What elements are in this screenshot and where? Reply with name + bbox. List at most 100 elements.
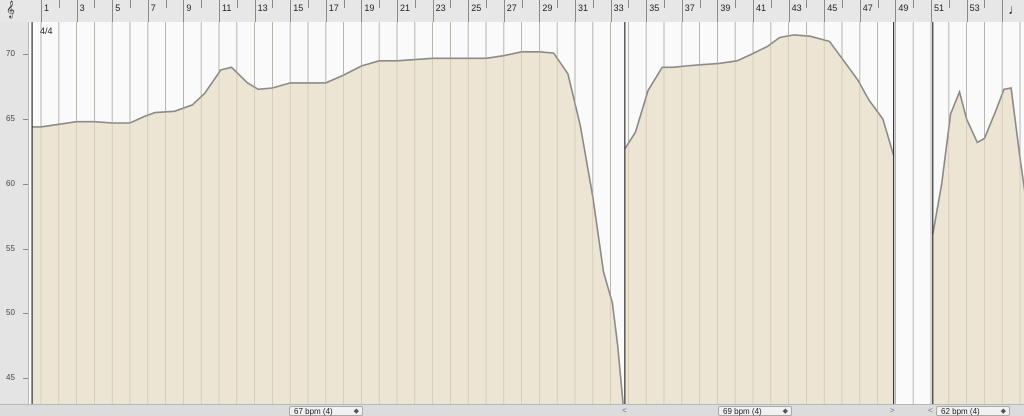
- tempo-area-1: [32, 51, 624, 404]
- ruler-bar-number: 23: [435, 3, 446, 13]
- bar-ruler[interactable]: 𝄞 ♩ 1 3 5 7 9 11 13 15 17 19 21 23 25 27 29 31 33 35 37 39 4…: [0, 0, 1024, 23]
- ruler-tick: [521, 0, 523, 8]
- ruler-tick: [58, 0, 60, 8]
- tempo-value: 67 bpm: [294, 407, 321, 416]
- ruler-tick: [325, 0, 327, 22]
- ruler-bar-number: 31: [578, 3, 589, 13]
- ruler-tick: [1002, 0, 1004, 22]
- ruler-tick: [41, 0, 42, 22]
- ruler-tick: [717, 0, 719, 22]
- ruler-bar-number: 27: [506, 3, 517, 13]
- ruler-tick: [94, 0, 96, 8]
- ruler-bar-number: 45: [827, 3, 838, 13]
- stepper-icon[interactable]: ◆: [783, 407, 788, 416]
- ruler-tick: [966, 0, 968, 22]
- ruler-bar-number: 37: [684, 3, 695, 13]
- tempo-detail: (4): [969, 407, 980, 416]
- stepper-icon[interactable]: ◆: [1001, 407, 1006, 416]
- note-icon[interactable]: ♩: [1008, 1, 1022, 17]
- ruler-tick: [308, 0, 309, 8]
- tempo-value: 62 bpm: [941, 407, 968, 416]
- ruler-tick: [948, 0, 950, 8]
- tempo-region-2[interactable]: 69 bpm (4) ◆: [718, 406, 792, 416]
- ruler-bar-number: 29: [542, 3, 553, 13]
- ruler-tick: [254, 0, 256, 22]
- ruler-bar-number: 51: [934, 3, 945, 13]
- ruler-tick: [859, 0, 861, 22]
- tempo-curve-chart[interactable]: [29, 22, 1024, 404]
- ruler-tick: [557, 0, 559, 8]
- ruler-bar-number: 53: [969, 3, 980, 13]
- tempo-area-3: [932, 88, 1024, 404]
- ruler-tick: [183, 0, 185, 22]
- ruler-tick: [201, 0, 203, 8]
- ruler-tick: [842, 0, 843, 8]
- tempo-plot[interactable]: [29, 22, 1024, 404]
- y-axis-tick: [23, 313, 28, 315]
- tempo-detail: (4): [322, 407, 333, 416]
- tempo-axis: 70 65 60 55 50 45: [0, 22, 29, 404]
- ruler-tick: [432, 0, 434, 22]
- ruler-tick: [699, 0, 701, 8]
- ruler-bar-number: 25: [471, 3, 482, 13]
- ruler-bar-number: 35: [649, 3, 660, 13]
- ruler-tick: [379, 0, 381, 8]
- ruler-bar-number: 33: [613, 3, 624, 13]
- y-axis-tick: [23, 248, 28, 250]
- y-axis-label: 70: [6, 49, 15, 59]
- ruler-bar-number: 17: [328, 3, 339, 13]
- ruler-bar-number: 7: [150, 3, 156, 13]
- time-signature: 4/4: [40, 26, 53, 36]
- ruler-bar-number: 39: [720, 3, 731, 13]
- ruler-tick: [646, 0, 648, 22]
- ruler-tick: [147, 0, 149, 22]
- ruler-bar-number: 41: [756, 3, 767, 13]
- ruler-bar-number: 13: [257, 3, 268, 13]
- region-marker[interactable]: <: [928, 406, 933, 415]
- ruler-bar-number: 43: [791, 3, 802, 13]
- ruler-tick: [735, 0, 737, 8]
- y-axis-label: 45: [6, 373, 15, 383]
- ruler-tick: [877, 0, 879, 8]
- tempo-value: 69 bpm: [723, 407, 750, 416]
- y-axis-label: 65: [6, 114, 15, 124]
- ruler-tick: [895, 0, 897, 22]
- ruler-tick: [486, 0, 487, 8]
- ruler-tick: [913, 0, 915, 8]
- tempo-editor: 𝄞 ♩ 1 3 5 7 9 11 13 15 17 19 21 23 25 27 29 31 33 35 37 39 4…: [0, 0, 1024, 416]
- ruler-bar-number: 49: [898, 3, 909, 13]
- ruler-tick: [76, 0, 78, 22]
- ruler-bar-number: 11: [222, 3, 232, 13]
- ruler-tick: [592, 0, 594, 8]
- ruler-tick: [806, 0, 808, 8]
- ruler-tick: [130, 0, 131, 8]
- ruler-tick: [788, 0, 790, 22]
- stepper-icon[interactable]: ◆: [354, 407, 359, 416]
- ruler-bar-number: 15: [293, 3, 304, 13]
- ruler-bar-number: 3: [79, 3, 85, 13]
- region-marker[interactable]: <: [622, 406, 627, 415]
- ruler-tick: [468, 0, 470, 22]
- ruler-tick: [450, 0, 452, 8]
- region-marker[interactable]: >: [890, 406, 895, 415]
- ruler-tick: [664, 0, 665, 8]
- ruler-tick: [610, 0, 612, 22]
- tempo-region-1[interactable]: 67 bpm (4) ◆: [289, 406, 363, 416]
- ruler-tick: [272, 0, 274, 8]
- ruler-tick: [628, 0, 630, 8]
- tempo-region-3[interactable]: 62 bpm (4) ◆: [936, 406, 1010, 416]
- tempo-detail: (4): [751, 407, 762, 416]
- y-axis-label: 55: [6, 243, 15, 253]
- ruler-tick: [575, 0, 576, 22]
- ruler-tick: [290, 0, 292, 22]
- ruler-bar-number: 1: [44, 3, 50, 13]
- ruler-tick: [681, 0, 683, 22]
- ruler-tick: [397, 0, 398, 22]
- treble-clef-icon[interactable]: 𝄞: [6, 1, 15, 18]
- y-axis-label: 50: [6, 308, 15, 318]
- ruler-tick: [753, 0, 754, 22]
- y-axis-tick: [23, 119, 28, 121]
- ruler-bar-number: 5: [115, 3, 121, 13]
- ruler-tick: [539, 0, 541, 22]
- ruler-tick: [219, 0, 220, 22]
